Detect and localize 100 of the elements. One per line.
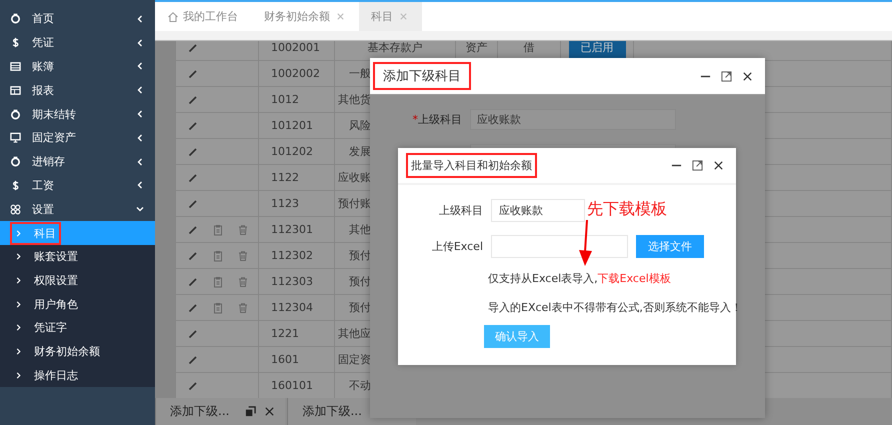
table-cell: 101202 xyxy=(258,138,334,164)
pencil-icon[interactable] xyxy=(187,146,199,158)
nav-item[interactable]: 账簿 xyxy=(0,54,155,78)
maximize-icon[interactable] xyxy=(721,70,732,82)
pencil-icon[interactable] xyxy=(187,276,199,288)
submenu-item[interactable]: 用户角色 xyxy=(0,292,155,316)
nav-item[interactable]: 工资 xyxy=(0,174,155,198)
submenu-item[interactable]: 财务初始余额 xyxy=(0,340,155,364)
input-field[interactable]: 应收账款 xyxy=(470,109,676,130)
table-cell: 1012 xyxy=(258,86,334,112)
chevron-right-icon xyxy=(15,346,22,356)
annotation-text: 先下载模板 xyxy=(587,199,667,220)
clipboard-icon[interactable] xyxy=(212,302,224,314)
warning-text: 导入的EXcel表中不得带有公式,否则系统不能导入！ xyxy=(488,300,736,315)
table-cell: 固定资 xyxy=(338,353,371,366)
chevron-right-icon xyxy=(15,323,22,332)
field-label: 上传Excel xyxy=(430,239,483,254)
close-icon[interactable] xyxy=(264,406,276,417)
dollar-icon xyxy=(10,37,21,48)
ledger-icon xyxy=(10,60,21,72)
table-cell: 1601 xyxy=(258,346,334,372)
chevron-right-icon xyxy=(15,300,22,309)
table-cell: 其他货 xyxy=(338,93,371,106)
required-mark: * xyxy=(412,113,418,126)
pencil-icon[interactable] xyxy=(187,68,199,80)
pencil-icon[interactable] xyxy=(187,172,199,184)
submenu-item[interactable]: 凭证字 xyxy=(0,316,155,340)
table-cell: 基本存款户 xyxy=(368,41,422,54)
table-cell: 1221 xyxy=(258,320,334,346)
table-cell: 风险 xyxy=(349,119,371,132)
file-input-field[interactable] xyxy=(491,235,628,258)
table-cell: 112304 xyxy=(258,294,334,320)
chevron-right-icon xyxy=(15,252,22,262)
table-cell: 112303 xyxy=(258,268,334,294)
table-cell: 其他 xyxy=(349,223,371,236)
clipboard-icon[interactable] xyxy=(212,250,224,262)
table-cell: 1122 xyxy=(258,164,334,190)
nav-item[interactable]: 固定资产 xyxy=(0,126,155,150)
table-cell: 112301 xyxy=(258,216,334,242)
table-cell: 1123 xyxy=(258,190,334,216)
submenu-item[interactable]: 权限设置 xyxy=(0,268,155,292)
input-field[interactable]: 应收账款 xyxy=(491,199,585,222)
pencil-icon[interactable] xyxy=(187,94,199,106)
status-badge: 已启用 xyxy=(568,41,626,59)
report-icon xyxy=(10,84,21,96)
field-label: 上级科目 xyxy=(418,113,462,126)
table-cell: 资产 xyxy=(466,41,488,54)
tab[interactable]: 财务初始余额 xyxy=(252,2,359,31)
chevron-right-icon xyxy=(15,228,22,238)
ring-icon xyxy=(10,108,21,120)
table-cell: 其他应 xyxy=(338,327,371,340)
dollar-icon xyxy=(10,180,21,191)
submenu-item[interactable]: 操作日志 xyxy=(0,363,155,387)
close-icon[interactable] xyxy=(713,160,724,171)
ring-icon xyxy=(10,13,21,24)
download-link[interactable]: 下载Excel模板 xyxy=(598,272,671,285)
note-text: 仅支持从Excel表导入, xyxy=(488,272,598,285)
table-cell: 借 xyxy=(524,41,534,54)
table-cell: 预付 xyxy=(349,301,371,314)
pencil-icon[interactable] xyxy=(187,250,199,262)
pencil-icon[interactable] xyxy=(187,120,199,132)
submenu-item[interactable]: 账套设置 xyxy=(0,244,155,269)
dialog-title: 批量导入科目和初始余额 xyxy=(406,153,537,178)
table-cell: 预付 xyxy=(349,275,371,288)
field-label: 上级科目 xyxy=(438,203,483,218)
home-icon xyxy=(167,10,179,22)
pencil-icon[interactable] xyxy=(187,302,199,314)
pencil-icon[interactable] xyxy=(187,354,199,366)
dialog-title: 添加下级科目 xyxy=(373,62,471,90)
pencil-icon[interactable] xyxy=(187,328,199,340)
table-cell: 一般 xyxy=(349,67,371,80)
table-cell: 112302 xyxy=(258,242,334,268)
grid-icon xyxy=(10,204,21,215)
clipboard-icon[interactable] xyxy=(212,224,224,236)
pencil-icon[interactable] xyxy=(187,198,199,210)
maximize-icon[interactable] xyxy=(692,160,703,171)
table-cell: 1002001 xyxy=(258,41,334,60)
nav-item[interactable]: 报表 xyxy=(0,78,155,102)
table-cell: 1002002 xyxy=(258,60,334,86)
monitor-icon xyxy=(10,132,21,144)
chevron-right-icon xyxy=(15,370,22,380)
table-cell: 应收账 xyxy=(338,171,371,184)
chevron-right-icon xyxy=(15,276,22,285)
table-cell: 发展 xyxy=(349,145,371,158)
minimized-window[interactable]: 添加下级... xyxy=(155,398,286,425)
table-cell: 101201 xyxy=(258,112,334,138)
nav-item[interactable]: 进销存 xyxy=(0,150,155,174)
close-icon[interactable] xyxy=(742,70,753,82)
nav-item[interactable]: 凭证 xyxy=(0,30,155,55)
pencil-icon[interactable] xyxy=(187,224,199,236)
tab[interactable]: 我的工作台 xyxy=(155,2,252,31)
nav-item[interactable]: 期末结转 xyxy=(0,102,155,126)
pencil-icon[interactable] xyxy=(187,380,199,392)
nav-item[interactable]: 设置 xyxy=(0,197,155,222)
clipboard-icon[interactable] xyxy=(212,276,224,288)
pencil-icon[interactable] xyxy=(187,42,199,54)
table-cell: 预付 xyxy=(349,249,371,262)
ring-icon xyxy=(10,156,21,168)
nav-item[interactable]: 首页 xyxy=(0,7,155,31)
restore-icon[interactable] xyxy=(245,406,256,417)
